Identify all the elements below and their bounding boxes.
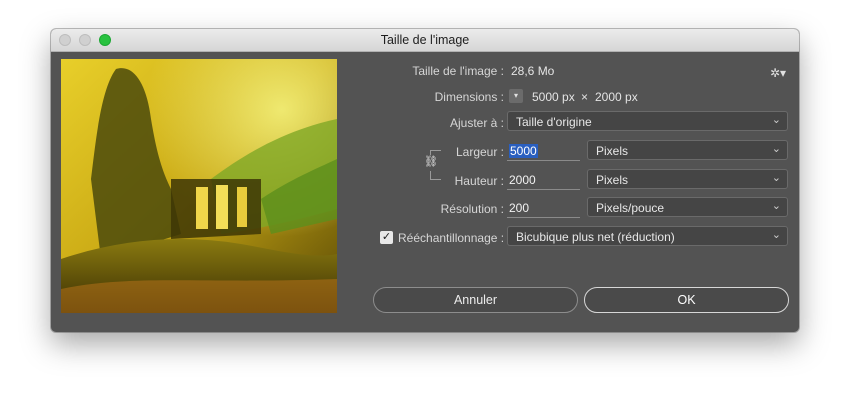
fit-to-label: Ajuster à : — [449, 116, 504, 130]
image-size-value: 28,6 Mo — [511, 64, 555, 78]
ok-button[interactable]: OK — [584, 287, 789, 313]
preview-artwork — [61, 59, 337, 313]
width-unit-value: Pixels — [596, 144, 629, 158]
resample-value: Bicubique plus net (réduction) — [516, 230, 675, 244]
resolution-unit-select[interactable]: Pixels/pouce ⌄ — [587, 197, 788, 217]
dimensions-unit-menu[interactable]: ▾ — [509, 89, 523, 103]
checkmark-icon: ✓ — [381, 231, 392, 243]
width-value: 5000 — [509, 144, 538, 158]
width-unit-select[interactable]: Pixels ⌄ — [587, 140, 788, 160]
window-title: Taille de l'image — [380, 33, 470, 47]
height-unit-value: Pixels — [596, 173, 629, 187]
height-unit-select[interactable]: Pixels ⌄ — [587, 169, 788, 189]
dimensions-width: 5000 px — [532, 90, 575, 104]
dimensions-height: 2000 px — [595, 90, 638, 104]
chevron-down-icon: ▾ — [513, 91, 518, 100]
width-input[interactable]: 5000 — [507, 141, 580, 161]
height-label: Hauteur : — [454, 174, 504, 188]
gear-icon[interactable]: ✲▾ — [770, 66, 786, 80]
dimensions-label: Dimensions : — [434, 90, 504, 104]
width-label: Largeur : — [455, 145, 504, 159]
image-preview[interactable] — [61, 59, 337, 313]
resolution-value: 200 — [509, 201, 530, 215]
image-size-dialog: Taille de l'image Taille de l'image: 28… — [51, 29, 799, 332]
fit-to-select[interactable]: Taille d'origine ⌄ — [507, 111, 788, 131]
resolution-label: Résolution : — [440, 202, 504, 216]
chevron-down-icon: ⌄ — [771, 143, 781, 155]
chain-link-icon[interactable]: ⛓ — [424, 153, 438, 171]
dimensions-separator: × — [581, 90, 589, 104]
chevron-down-icon: ⌄ — [771, 114, 781, 126]
resolution-input[interactable]: 200 — [507, 198, 580, 218]
chevron-down-icon: ⌄ — [771, 200, 781, 212]
resample-checkbox[interactable]: ✓ — [380, 231, 393, 244]
resolution-unit-value: Pixels/pouce — [596, 201, 665, 215]
resample-label: Rééchantillonnage : — [398, 231, 505, 245]
chevron-down-icon: ⌄ — [771, 172, 781, 184]
height-value: 2000 — [509, 173, 536, 187]
title-bar[interactable]: Taille de l'image — [51, 29, 799, 52]
image-size-label: Taille de l'image : — [412, 64, 504, 78]
fit-to-value: Taille d'origine — [516, 115, 592, 129]
resample-select[interactable]: Bicubique plus net (réduction) ⌄ — [507, 226, 788, 246]
height-input[interactable]: 2000 — [507, 170, 580, 190]
link-bracket-bottom — [430, 171, 441, 180]
chevron-down-icon: ⌄ — [771, 229, 781, 241]
cancel-button[interactable]: Annuler — [373, 287, 578, 313]
